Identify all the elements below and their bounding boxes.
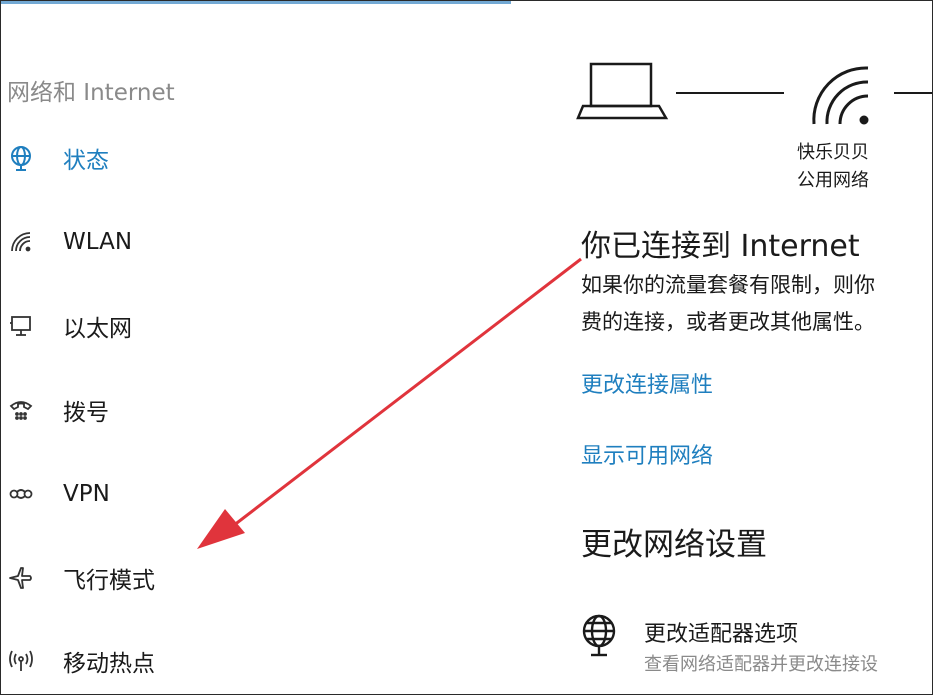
- sidebar-item-label: 拨号: [63, 400, 109, 426]
- sidebar-item-status[interactable]: 状态: [1, 138, 301, 178]
- hotspot-icon: [7, 647, 35, 675]
- sidebar-item-label: WLAN: [63, 229, 133, 255]
- connection-description-line: 费的连接，或者更改其他属性。: [581, 310, 875, 334]
- network-diagram: [576, 62, 932, 125]
- sidebar-item-label: 状态: [63, 148, 109, 174]
- network-type: 公用网络: [797, 170, 869, 191]
- airplane-icon: [7, 564, 35, 592]
- network-ssid: 快乐贝贝: [797, 142, 869, 163]
- vpn-icon: [7, 480, 35, 508]
- sidebar-section-title: 网络和 Internet: [7, 80, 175, 106]
- laptop-icon: [576, 62, 669, 120]
- dialup-icon: [7, 396, 35, 424]
- sidebar-item-label: 移动热点: [63, 651, 155, 677]
- ethernet-icon: [7, 312, 35, 340]
- show-available-networks-link[interactable]: 显示可用网络: [581, 438, 713, 470]
- settings-window: 网络和 Internet 状态 WLAN 以太网 拨号 VPN 飞行模式 移动热…: [0, 0, 933, 695]
- globe-icon: [7, 144, 35, 172]
- sidebar-item-ethernet[interactable]: 以太网: [1, 306, 301, 346]
- change-connection-properties-link[interactable]: 更改连接属性: [581, 367, 713, 399]
- connection-description: 如果你的流量套餐有限制，则你 费的连接，或者更改其他属性。: [581, 267, 932, 341]
- sidebar-item-hotspot[interactable]: 移动热点: [1, 641, 301, 681]
- sidebar-item-dialup[interactable]: 拨号: [1, 390, 301, 430]
- connection-status-title: 你已连接到 Internet: [581, 229, 860, 264]
- connection-description-line: 如果你的流量套餐有限制，则你: [581, 273, 875, 297]
- sidebar-item-label: 飞行模式: [63, 568, 155, 594]
- adapter-globe-icon: [582, 614, 616, 657]
- wifi-icon: [7, 228, 35, 256]
- top-accent-bar: [1, 1, 511, 4]
- network-name: 快乐贝贝 公用网络: [797, 139, 869, 195]
- sidebar-item-vpn[interactable]: VPN: [1, 474, 301, 514]
- sidebar-item-wlan[interactable]: WLAN: [1, 222, 301, 262]
- sidebar-item-airplane[interactable]: 飞行模式: [1, 558, 301, 598]
- adapter-options-link[interactable]: 更改适配器选项: [644, 616, 798, 648]
- sidebar-item-label: VPN: [63, 481, 110, 507]
- wifi-signal-icon: [812, 66, 869, 125]
- adapter-options-description: 查看网络适配器并更改连接设: [644, 654, 878, 675]
- sidebar-item-label: 以太网: [63, 316, 132, 342]
- change-network-settings-heading: 更改网络设置: [581, 527, 767, 563]
